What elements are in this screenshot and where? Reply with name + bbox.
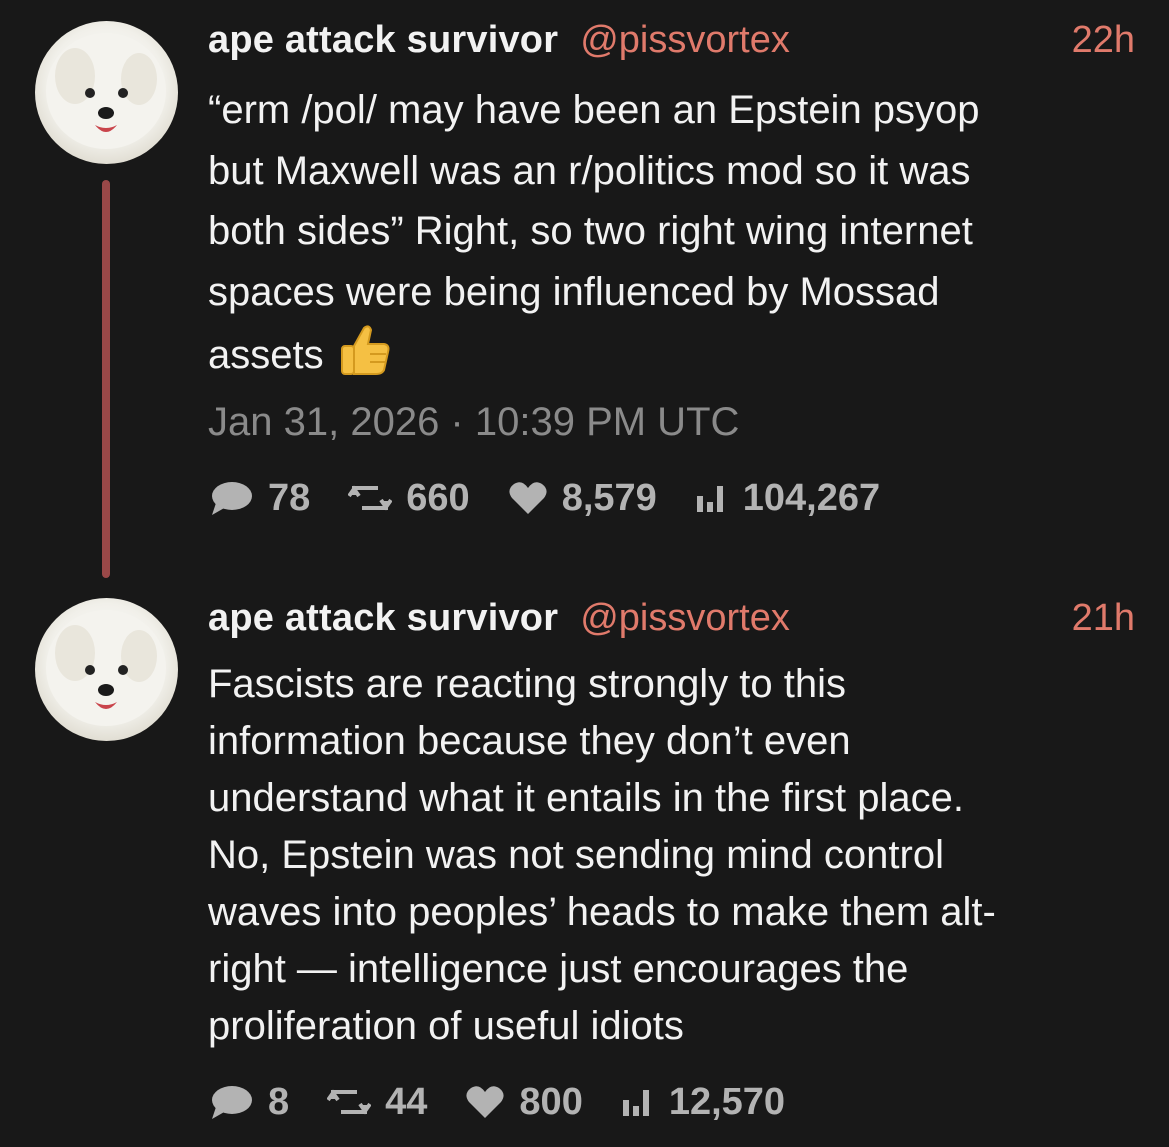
post-header: ape attack survivor @pissvortex 21h	[208, 596, 1135, 640]
dog-avatar-icon	[46, 33, 166, 149]
thumbs-up-icon	[336, 322, 392, 396]
like-stat[interactable]: 800	[465, 1080, 583, 1124]
author-handle[interactable]: @pissvortex	[580, 19, 790, 62]
reply-count: 78	[268, 476, 311, 519]
avatar[interactable]	[35, 21, 178, 164]
reply-stat[interactable]: 8	[208, 1081, 289, 1124]
post-stats: 8 44 800 12,570	[208, 1080, 823, 1124]
views-stat[interactable]: 12,570	[621, 1081, 785, 1124]
avatar[interactable]	[35, 598, 178, 741]
post-date[interactable]: Jan 31, 2026 · 10:39 PM UTC	[208, 400, 739, 445]
post-text-body: “erm /pol/ may have been an Epstein psyo…	[208, 88, 980, 377]
post-time[interactable]: 22h	[1072, 19, 1135, 62]
like-stat[interactable]: 8,579	[508, 477, 657, 520]
repost-icon	[327, 1089, 372, 1115]
like-count: 8,579	[561, 476, 657, 519]
repost-icon	[348, 485, 393, 511]
heart-icon	[466, 1086, 504, 1118]
post-text: Fascists are reacting strongly to this i…	[208, 656, 1143, 1055]
author-name[interactable]: ape attack survivor	[208, 19, 558, 62]
repost-count: 660	[406, 476, 470, 519]
thread-line	[102, 180, 110, 578]
repost-stat[interactable]: 44	[327, 1081, 427, 1124]
post-header: ape attack survivor @pissvortex 22h	[208, 18, 1135, 62]
author-handle[interactable]: @pissvortex	[580, 597, 790, 640]
like-count: 800	[519, 1080, 583, 1123]
heart-icon	[509, 482, 547, 514]
views-bar-icon	[696, 486, 723, 512]
reply-icon	[212, 1086, 252, 1119]
reply-count: 8	[268, 1080, 290, 1123]
repost-stat[interactable]: 660	[348, 476, 470, 520]
post-stats: 78 660 8,579 104,267	[208, 476, 918, 520]
views-count: 12,570	[668, 1080, 786, 1123]
post-text: “erm /pol/ may have been an Epstein psyo…	[208, 80, 1143, 396]
views-bar-icon	[622, 1090, 649, 1116]
reply-icon	[212, 482, 252, 515]
reply-stat[interactable]: 78	[208, 477, 310, 520]
repost-count: 44	[385, 1080, 428, 1123]
views-count: 104,267	[742, 476, 881, 519]
dog-avatar-icon	[46, 610, 166, 726]
post-text-body: Fascists are reacting strongly to this i…	[208, 662, 996, 1048]
author-name[interactable]: ape attack survivor	[208, 597, 558, 640]
views-stat[interactable]: 104,267	[695, 477, 880, 520]
post-time[interactable]: 21h	[1072, 597, 1135, 640]
